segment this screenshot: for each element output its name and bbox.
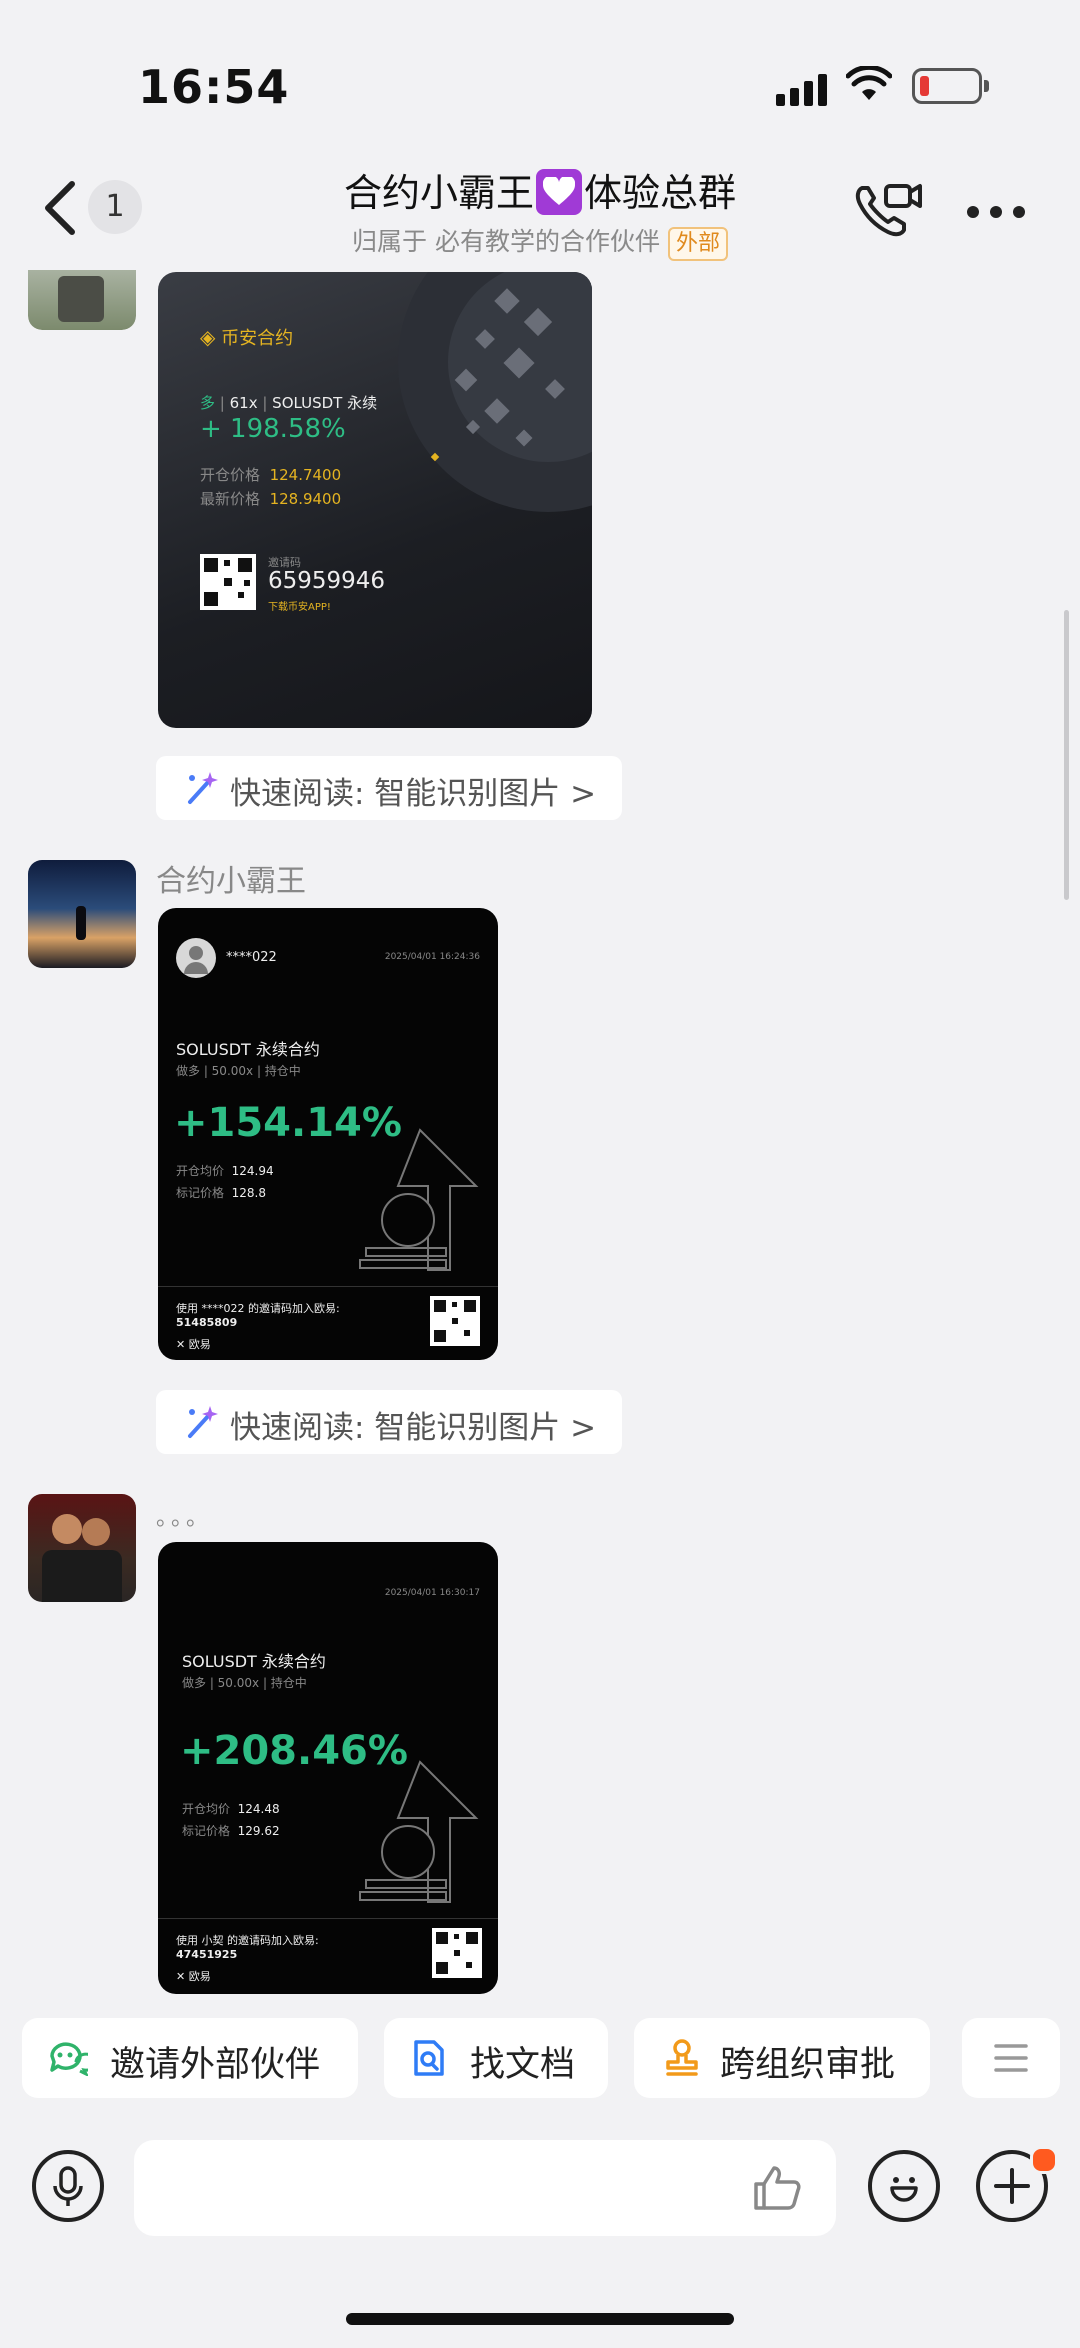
qr-code bbox=[430, 1296, 480, 1346]
latest-price-row: 最新价格 128.9400 bbox=[200, 490, 342, 508]
sender-name: 合约小霸王 bbox=[156, 864, 306, 899]
trade-card-image[interactable]: ****022 2025/04/01 16:24:36 SOLUSDT 永续合约… bbox=[158, 908, 498, 1360]
invite-partner-button[interactable]: 邀请外部伙伴 bbox=[22, 2018, 358, 2098]
trade-card-image[interactable]: ◈ 币安合约 多 | 61x | SOLUSDT 永续 + 198.58% 开仓… bbox=[158, 272, 592, 728]
find-document-button[interactable]: 找文档 bbox=[384, 2018, 608, 2098]
arrow-up-graphic bbox=[359, 1128, 479, 1271]
voice-input-button[interactable] bbox=[32, 2150, 104, 2222]
notification-dot bbox=[1030, 2146, 1058, 2174]
avatar[interactable] bbox=[28, 1494, 136, 1602]
more-options-icon[interactable] bbox=[966, 204, 1026, 223]
quick-read-chip[interactable]: 快速阅读: 智能识别图片 > bbox=[156, 756, 622, 820]
wifi-icon bbox=[845, 64, 893, 106]
battery-icon bbox=[912, 68, 989, 104]
message-input[interactable] bbox=[134, 2140, 836, 2236]
plus-icon bbox=[994, 2168, 1030, 2204]
chat-title-right: 体验总群 bbox=[584, 171, 737, 215]
magic-wand-icon bbox=[188, 772, 218, 804]
arrow-up-graphic bbox=[359, 1760, 479, 1903]
qr-code bbox=[432, 1928, 482, 1978]
open-price-row: 开仓价格 124.7400 bbox=[200, 466, 342, 484]
home-indicator[interactable] bbox=[346, 2313, 734, 2325]
binance-logo: ◈ 币安合约 bbox=[200, 325, 294, 349]
sender-name: 。。。 bbox=[156, 1506, 213, 1531]
pnl-percent: + 198.58% bbox=[200, 414, 346, 444]
video-call-icon[interactable] bbox=[852, 180, 924, 244]
doc-search-icon bbox=[414, 2040, 444, 2076]
cross-org-approval-button[interactable]: 跨组织审批 bbox=[634, 2018, 930, 2098]
okx-logo: ✕ 欧易 bbox=[176, 1970, 211, 1983]
smiley-icon bbox=[890, 2177, 918, 2202]
thumbs-up-icon[interactable] bbox=[752, 2164, 802, 2212]
status-time: 16:54 bbox=[138, 60, 290, 114]
chat-invite-icon bbox=[50, 2042, 88, 2076]
external-tag: 外部 bbox=[667, 227, 728, 261]
user-avatar-icon bbox=[176, 938, 216, 978]
stamp-icon bbox=[666, 2039, 698, 2076]
emoji-button[interactable] bbox=[868, 2150, 940, 2222]
more-actions-button[interactable] bbox=[962, 2018, 1060, 2098]
heart-icon bbox=[536, 168, 582, 215]
okx-logo: ✕ 欧易 bbox=[176, 1338, 211, 1351]
trade-card-image[interactable]: 2025/04/01 16:30:17 SOLUSDT 永续合约 做多 | 50… bbox=[158, 1542, 498, 1994]
menu-lines-icon bbox=[994, 2044, 1028, 2072]
magic-wand-icon bbox=[188, 1406, 218, 1438]
chat-title-left: 合约小霸王 bbox=[343, 171, 534, 215]
cellular-signal-icon bbox=[776, 72, 830, 106]
scrollbar[interactable] bbox=[1064, 610, 1069, 900]
microphone-icon bbox=[53, 2166, 83, 2206]
avatar[interactable] bbox=[28, 860, 136, 968]
qr-code bbox=[200, 554, 256, 610]
position-meta: 多 | 61x | SOLUSDT 永续 bbox=[200, 394, 378, 412]
invite-code: 65959946 bbox=[268, 568, 386, 594]
quick-read-chip[interactable]: 快速阅读: 智能识别图片 > bbox=[156, 1390, 622, 1454]
